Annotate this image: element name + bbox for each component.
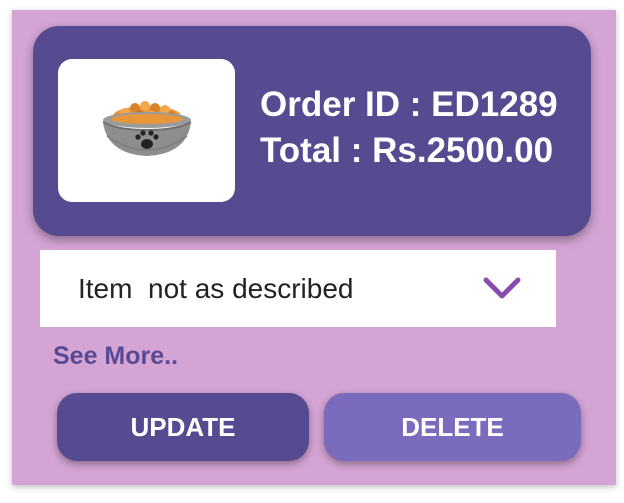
see-more-link[interactable]: See More..	[53, 342, 178, 371]
update-button[interactable]: UPDATE	[57, 393, 309, 461]
delete-button[interactable]: DELETE	[324, 393, 581, 461]
product-thumbnail	[58, 59, 235, 202]
pet-food-bowl-icon	[102, 100, 191, 156]
order-card: Order ID : ED1289 Total : Rs.2500.00	[33, 26, 591, 236]
return-reason-value: Item not as described	[78, 272, 354, 304]
order-total: Total : Rs.2500.00	[260, 131, 554, 170]
order-info: Order ID : ED1289 Total : Rs.2500.00	[260, 82, 558, 174]
chevron-down-icon[interactable]	[482, 274, 522, 304]
order-id: Order ID : ED1289	[260, 85, 558, 124]
return-reason-select[interactable]: Item not as described	[40, 250, 556, 327]
